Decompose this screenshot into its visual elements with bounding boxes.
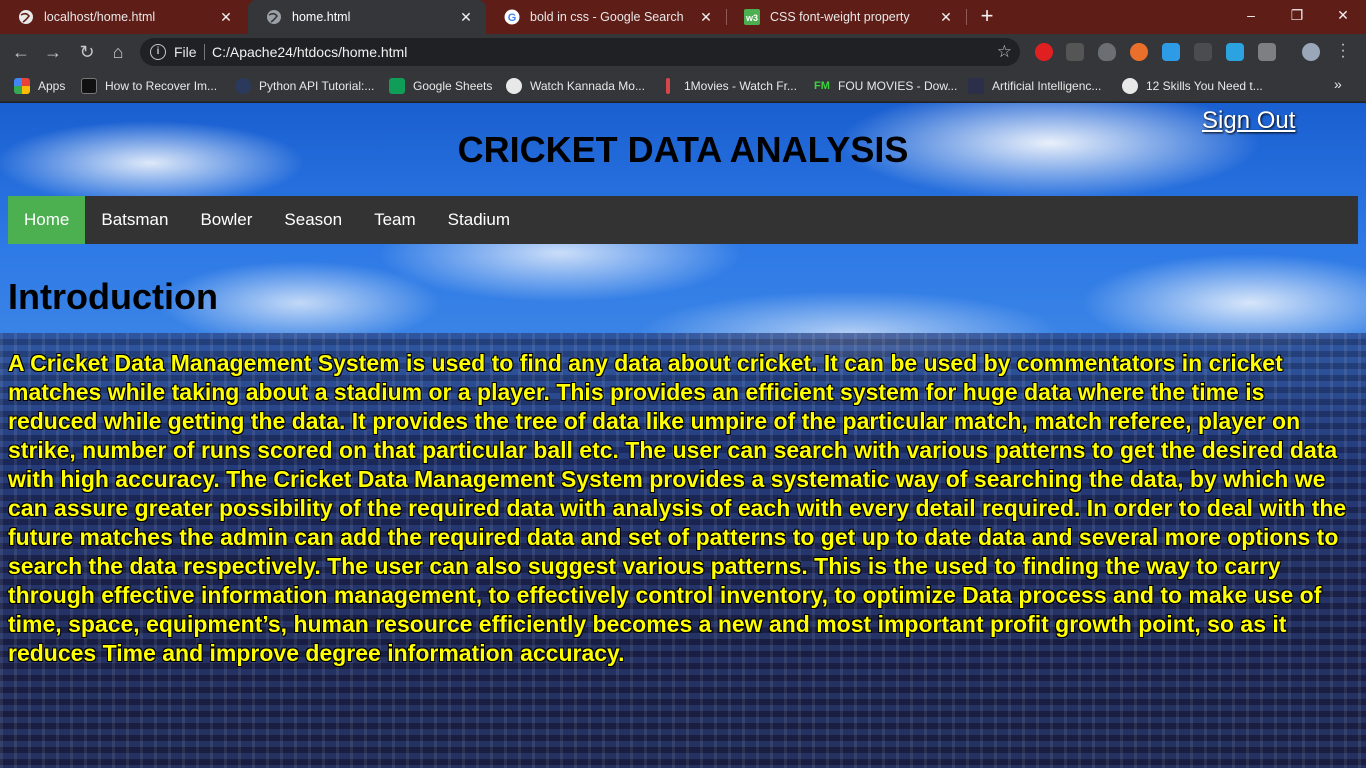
tab-home[interactable]: home.html ✕ xyxy=(248,0,486,34)
htg-icon xyxy=(81,78,97,94)
browser-toolbar: ← → ↻ ⌂ i File C:/Apache24/htdocs/home.h… xyxy=(0,34,1366,70)
reload-icon[interactable]: ↻ xyxy=(76,41,98,63)
close-icon[interactable]: ✕ xyxy=(938,9,954,25)
tab-title: localhost/home.html xyxy=(44,10,156,24)
python-icon xyxy=(235,78,251,94)
back-arrow-icon[interactable]: ← xyxy=(10,41,32,63)
tab-css-font-weight[interactable]: w3 CSS font-weight property ✕ xyxy=(726,0,966,34)
ai-icon xyxy=(968,78,984,94)
nav-item-team[interactable]: Team xyxy=(358,196,432,244)
chevron-double-right-icon[interactable]: » xyxy=(1334,76,1342,92)
address-bar[interactable]: i File C:/Apache24/htdocs/home.html ☆ xyxy=(140,38,1020,66)
globe-icon xyxy=(266,9,282,25)
tab-localhost[interactable]: localhost/home.html ✕ xyxy=(0,0,246,34)
nav-item-season[interactable]: Season xyxy=(268,196,358,244)
bookmark-label: Google Sheets xyxy=(413,79,493,93)
bookmark-python-api[interactable]: Python API Tutorial:... xyxy=(235,76,374,96)
url-divider xyxy=(204,44,205,60)
new-tab-button[interactable]: + xyxy=(975,5,999,29)
bookmark-google-sheets[interactable]: Google Sheets xyxy=(389,76,492,96)
profile-avatar-icon[interactable] xyxy=(1302,43,1320,61)
minimize-button[interactable]: – xyxy=(1228,0,1274,30)
url-text[interactable]: C:/Apache24/htdocs/home.html xyxy=(212,44,407,60)
globe-icon xyxy=(1122,78,1138,94)
bookmark-label: Watch Kannada Mo... xyxy=(530,79,645,93)
close-icon[interactable]: ✕ xyxy=(698,9,714,25)
page-title-text: CRICKET DATA ANALYSIS xyxy=(457,129,909,170)
nav-item-home[interactable]: Home xyxy=(8,196,86,244)
tab-google-search[interactable]: G bold in css - Google Search ✕ xyxy=(486,0,726,34)
bookmark-star-icon[interactable]: ☆ xyxy=(997,42,1012,62)
w3schools-icon: w3 xyxy=(744,9,760,25)
forward-arrow-icon[interactable]: → xyxy=(42,41,64,63)
fire-extension-icon[interactable] xyxy=(1130,43,1148,61)
bookmark-label: FOU MOVIES - Dow... xyxy=(838,79,958,93)
url-scheme: File xyxy=(174,44,197,60)
sheets-icon xyxy=(389,78,405,94)
bookmark-label: How to Recover Im... xyxy=(105,79,218,93)
bookmark-htg[interactable]: How to Recover Im... xyxy=(81,76,217,96)
bookmark-ai[interactable]: Artificial Intelligenc... xyxy=(968,76,1101,96)
pdf-extension-icon[interactable] xyxy=(1066,43,1084,61)
nav-item-stadium[interactable]: Stadium xyxy=(432,196,526,244)
nav-item-batsman[interactable]: Batsman xyxy=(85,196,184,244)
bookmarks-bar: Apps How to Recover Im... Python API Tut… xyxy=(0,70,1366,102)
main-navbar: Home Batsman Bowler Season Team Stadium xyxy=(8,196,1358,244)
google-icon: G xyxy=(504,9,520,25)
tab-title: CSS font-weight property xyxy=(770,10,910,24)
bookmark-fou-movies[interactable]: FM FOU MOVIES - Dow... xyxy=(814,76,957,96)
close-icon[interactable]: ✕ xyxy=(218,9,234,25)
bookmark-label: 1Movies - Watch Fr... xyxy=(684,79,797,93)
tab-title: home.html xyxy=(292,10,351,24)
fm-icon: FM xyxy=(814,80,830,92)
home-icon[interactable]: ⌂ xyxy=(107,41,129,63)
menu-dots-icon[interactable]: · · · xyxy=(1338,37,1348,65)
globe-icon xyxy=(506,78,522,94)
info-icon[interactable]: i xyxy=(150,44,166,60)
tab-separator xyxy=(966,9,967,25)
tab-strip: localhost/home.html ✕ home.html ✕ G bold… xyxy=(0,0,1366,34)
page-viewport: Sign Out CRICKET DATA ANALYSIS Home Bats… xyxy=(0,103,1366,768)
download-extension-icon[interactable] xyxy=(1194,43,1212,61)
c-extension-icon[interactable] xyxy=(1258,43,1276,61)
snowflake-extension-icon[interactable] xyxy=(1162,43,1180,61)
bookmark-label: Apps xyxy=(38,79,66,93)
adblock-extension-icon[interactable] xyxy=(1035,43,1053,61)
shield-extension-icon[interactable] xyxy=(1098,43,1116,61)
movies-icon xyxy=(666,78,670,94)
share-extension-icon[interactable] xyxy=(1226,43,1244,61)
close-icon[interactable]: ✕ xyxy=(458,9,474,25)
bookmark-1movies[interactable]: 1Movies - Watch Fr... xyxy=(660,76,797,96)
bookmark-label: Python API Tutorial:... xyxy=(259,79,375,93)
bookmark-apps[interactable]: Apps xyxy=(14,76,65,96)
svg-text:G: G xyxy=(508,12,517,24)
svg-text:w3: w3 xyxy=(745,13,758,23)
bookmark-12-skills[interactable]: 12 Skills You Need t... xyxy=(1122,76,1263,96)
close-window-button[interactable]: ✕ xyxy=(1320,0,1366,30)
nav-item-bowler[interactable]: Bowler xyxy=(184,196,268,244)
globe-icon xyxy=(18,9,34,25)
tab-title: bold in css - Google Search xyxy=(530,10,684,24)
intro-heading: Introduction xyxy=(8,276,218,317)
bookmark-label: 12 Skills You Need t... xyxy=(1146,79,1263,93)
intro-paragraph: A Cricket Data Management System is used… xyxy=(8,350,1347,666)
bookmark-label: Artificial Intelligenc... xyxy=(992,79,1102,93)
bookmark-kannada[interactable]: Watch Kannada Mo... xyxy=(506,76,645,96)
restore-button[interactable]: ❐ xyxy=(1274,0,1320,30)
page-title: CRICKET DATA ANALYSIS xyxy=(0,129,1366,171)
apps-grid-icon xyxy=(14,78,30,94)
